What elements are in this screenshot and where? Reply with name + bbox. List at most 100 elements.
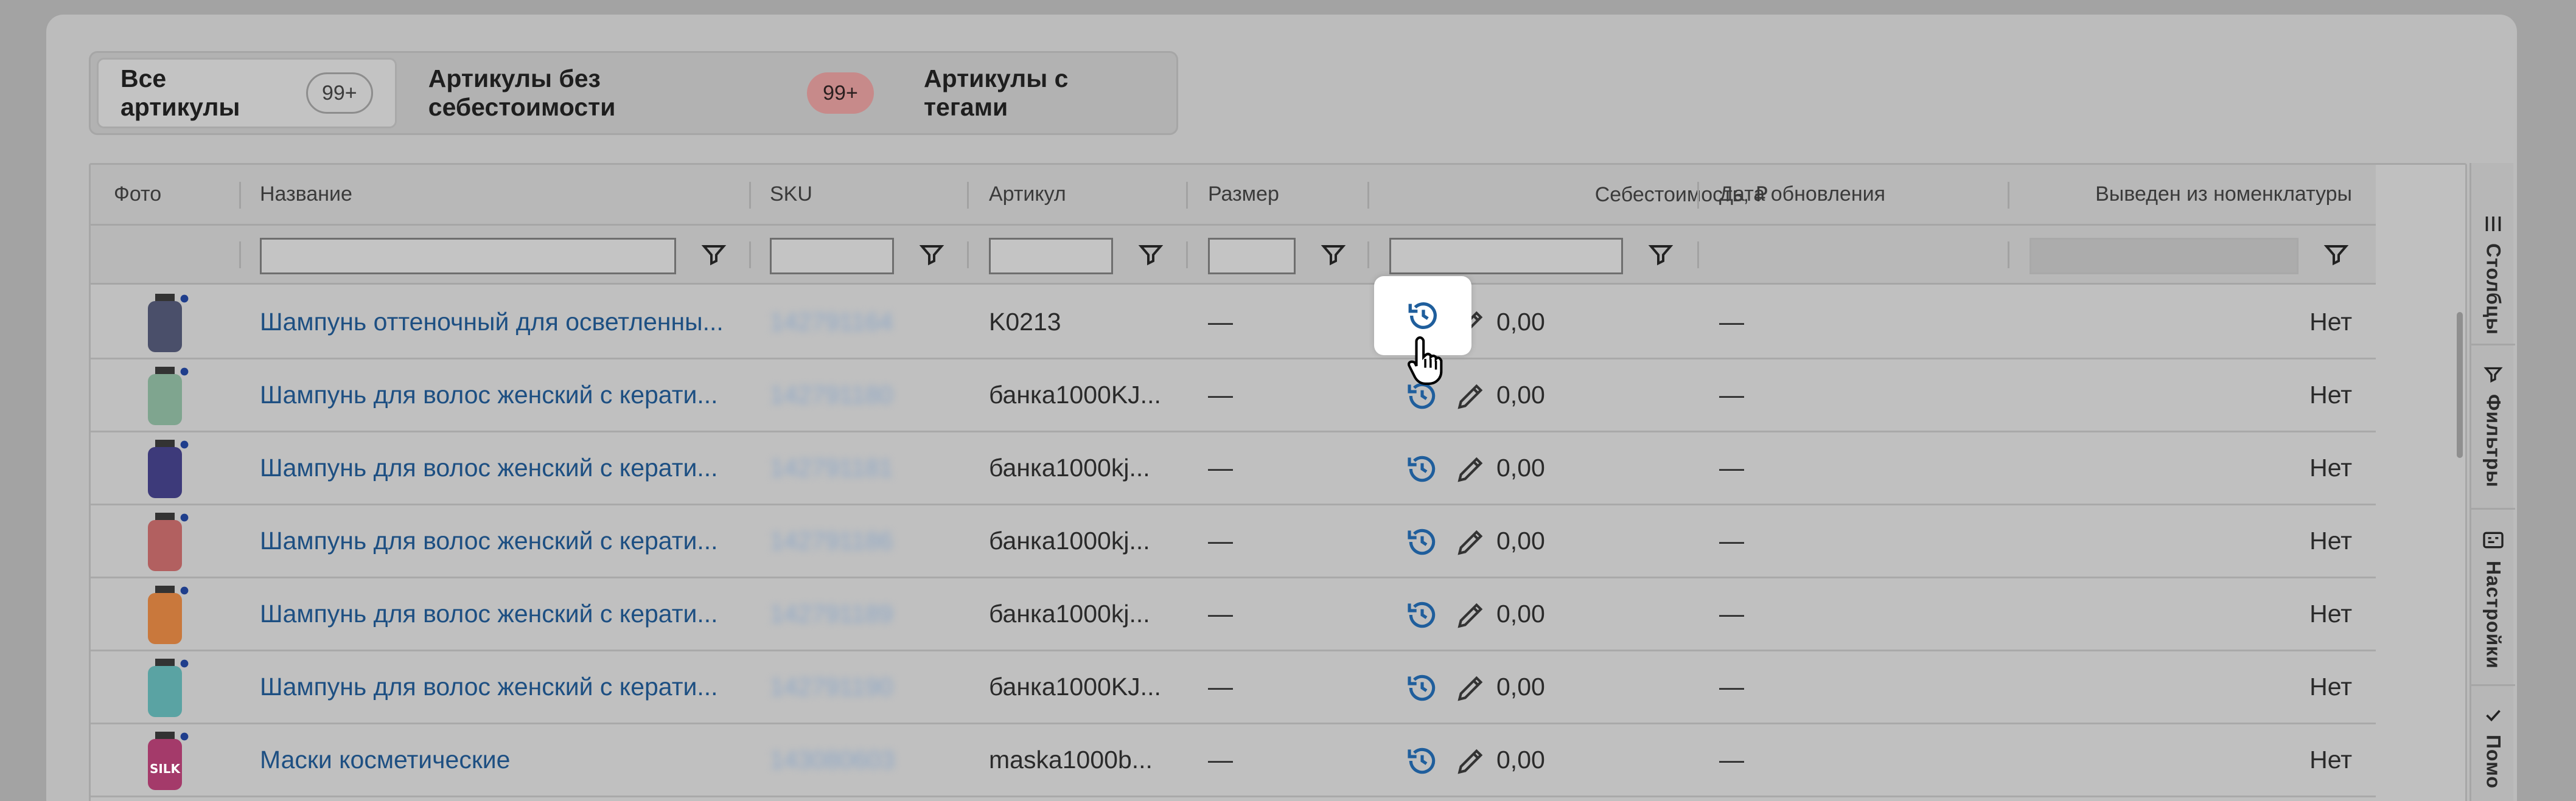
product-updated-date: — xyxy=(1719,746,1744,774)
size-filter-input[interactable] xyxy=(1208,238,1296,274)
side-tab-help-label: Помо xyxy=(2482,735,2505,789)
product-cost-value: 0,00 xyxy=(1496,600,1545,628)
hand-pointer-cursor-icon xyxy=(1408,336,1443,385)
product-cost-value: 0,00 xyxy=(1496,454,1545,482)
product-article: банка1000kj... xyxy=(989,600,1150,628)
tab-no-cost-articles[interactable]: Артикулы без себестоимости 99+ xyxy=(410,58,892,128)
table-row[interactable]: SILK Маски косметические 143080603 maska… xyxy=(91,724,2376,797)
column-header-cost[interactable]: Себестоимость, ₽ xyxy=(1389,165,1768,224)
pencil-icon[interactable] xyxy=(1454,452,1488,486)
settings-icon xyxy=(2483,532,2504,549)
table-row[interactable]: Шампунь для волос женский с керати... 14… xyxy=(91,359,2376,432)
product-photo[interactable] xyxy=(136,510,194,574)
product-sku-link[interactable]: 142791181 xyxy=(770,432,893,504)
product-name-link[interactable]: Шампунь для волос женский с керати... xyxy=(260,651,735,723)
check-icon xyxy=(2486,710,2501,722)
product-excluded-status: Нет xyxy=(2309,454,2352,482)
table-row[interactable]: Шампунь для волос женский с керати... 14… xyxy=(91,651,2376,724)
product-size: — xyxy=(1208,381,1233,409)
product-name-link[interactable]: Шампунь для волос женский с керати... xyxy=(260,432,735,504)
product-article: maska1000b... xyxy=(989,746,1153,774)
tab-tagged-articles-label: Артикулы с тегами xyxy=(923,64,1069,121)
product-sku-link[interactable]: 142791180 xyxy=(770,359,893,431)
product-article: банка1000KJ... xyxy=(989,673,1161,701)
article-filter-funnel-icon[interactable] xyxy=(1136,240,1165,269)
column-header-size[interactable]: Размер xyxy=(1208,165,1279,224)
product-name-link[interactable]: Шампунь оттеночный для осветленны... xyxy=(260,286,735,358)
product-photo[interactable] xyxy=(136,291,194,355)
article-tabs: Все артикулы 99+ Артикулы без себестоимо… xyxy=(89,51,1178,135)
column-header-updated[interactable]: Дата обновления xyxy=(1719,165,1885,224)
column-header-sku[interactable]: SKU xyxy=(770,165,812,224)
product-updated-date: — xyxy=(1719,600,1744,628)
column-header-name[interactable]: Название xyxy=(260,165,352,224)
product-excluded-status: Нет xyxy=(2309,673,2352,701)
history-icon[interactable] xyxy=(1406,298,1441,333)
column-header-photo[interactable]: Фото xyxy=(114,165,161,224)
product-cost-value: 0,00 xyxy=(1496,527,1545,555)
vertical-scrollbar[interactable] xyxy=(2457,312,2463,458)
columns-icon xyxy=(2485,217,2501,231)
side-tab-settings-label: Настройки xyxy=(2482,561,2505,669)
name-filter-funnel-icon[interactable] xyxy=(699,240,728,269)
table-row[interactable]: Шампунь для волос женский с керати... 14… xyxy=(91,505,2376,578)
side-tab-columns-label: Столбцы xyxy=(2482,243,2505,335)
product-size: — xyxy=(1208,746,1233,774)
product-cost-value: 0,00 xyxy=(1496,673,1545,701)
product-photo[interactable] xyxy=(136,437,194,501)
product-updated-date: — xyxy=(1719,381,1744,409)
history-icon[interactable] xyxy=(1405,525,1439,559)
side-tab-filters-label: Фильтры xyxy=(2482,394,2505,488)
table-row[interactable]: Шампунь оттеночный для осветленны... 142… xyxy=(91,286,2376,359)
cost-filter-funnel-icon[interactable] xyxy=(1646,240,1675,269)
side-tab-filters[interactable]: Фильтры xyxy=(2471,345,2515,510)
table-row[interactable]: Шампунь для волос женский с керати... 14… xyxy=(91,578,2376,651)
tab-all-articles-count-badge: 99+ xyxy=(305,72,373,114)
product-sku-link[interactable]: 142791186 xyxy=(770,505,893,577)
product-name-link[interactable]: Маски косметические xyxy=(260,724,735,796)
column-header-article[interactable]: Артикул xyxy=(989,165,1066,224)
pencil-icon[interactable] xyxy=(1454,379,1488,413)
sku-filter-funnel-icon[interactable] xyxy=(917,240,946,269)
product-name-link[interactable]: Шампунь для волос женский с керати... xyxy=(260,505,735,577)
history-icon[interactable] xyxy=(1405,598,1439,632)
product-updated-date: — xyxy=(1719,308,1744,336)
product-sku-link[interactable]: 142791189 xyxy=(770,578,893,650)
product-excluded-status: Нет xyxy=(2309,308,2352,336)
product-cost-value: 0,00 xyxy=(1496,381,1545,409)
tab-all-articles[interactable]: Все артикулы 99+ xyxy=(97,58,397,128)
name-filter-input[interactable] xyxy=(260,238,676,274)
excluded-filter-select[interactable] xyxy=(2030,238,2299,274)
product-article: K0213 xyxy=(989,308,1061,336)
pencil-icon[interactable] xyxy=(1454,671,1488,705)
product-updated-date: — xyxy=(1719,454,1744,482)
table-row[interactable]: Шампунь для волос женский с керати... 14… xyxy=(91,432,2376,505)
size-filter-funnel-icon[interactable] xyxy=(1319,240,1348,269)
column-header-excluded[interactable]: Выведен из номенклатуры xyxy=(2030,165,2352,224)
product-sku-link[interactable]: 142791190 xyxy=(770,651,893,723)
product-excluded-status: Нет xyxy=(2309,381,2352,409)
product-photo[interactable] xyxy=(136,656,194,720)
history-icon[interactable] xyxy=(1405,452,1439,486)
side-tab-settings[interactable]: Настройки xyxy=(2471,510,2515,686)
sku-filter-input[interactable] xyxy=(770,238,894,274)
article-filter-input[interactable] xyxy=(989,238,1113,274)
side-tab-columns[interactable]: Столбцы xyxy=(2471,163,2515,345)
product-size: — xyxy=(1208,600,1233,628)
cost-filter-input[interactable] xyxy=(1389,238,1623,274)
product-photo[interactable] xyxy=(136,583,194,647)
excluded-filter-funnel-icon[interactable] xyxy=(2322,240,2351,269)
pencil-icon[interactable] xyxy=(1454,525,1488,559)
side-tab-help[interactable]: Помо xyxy=(2471,686,2515,801)
product-photo[interactable] xyxy=(136,364,194,428)
history-icon[interactable] xyxy=(1405,671,1439,705)
pencil-icon[interactable] xyxy=(1454,744,1488,778)
history-icon[interactable] xyxy=(1405,744,1439,778)
product-sku-link[interactable]: 142791164 xyxy=(770,286,893,358)
product-sku-link[interactable]: 143080603 xyxy=(770,724,895,796)
tab-tagged-articles[interactable]: Артикулы с тегами xyxy=(906,58,1176,128)
product-name-link[interactable]: Шампунь для волос женский с керати... xyxy=(260,359,735,431)
product-photo[interactable]: SILK xyxy=(136,729,194,792)
pencil-icon[interactable] xyxy=(1454,598,1488,632)
product-name-link[interactable]: Шампунь для волос женский с керати... xyxy=(260,578,735,650)
